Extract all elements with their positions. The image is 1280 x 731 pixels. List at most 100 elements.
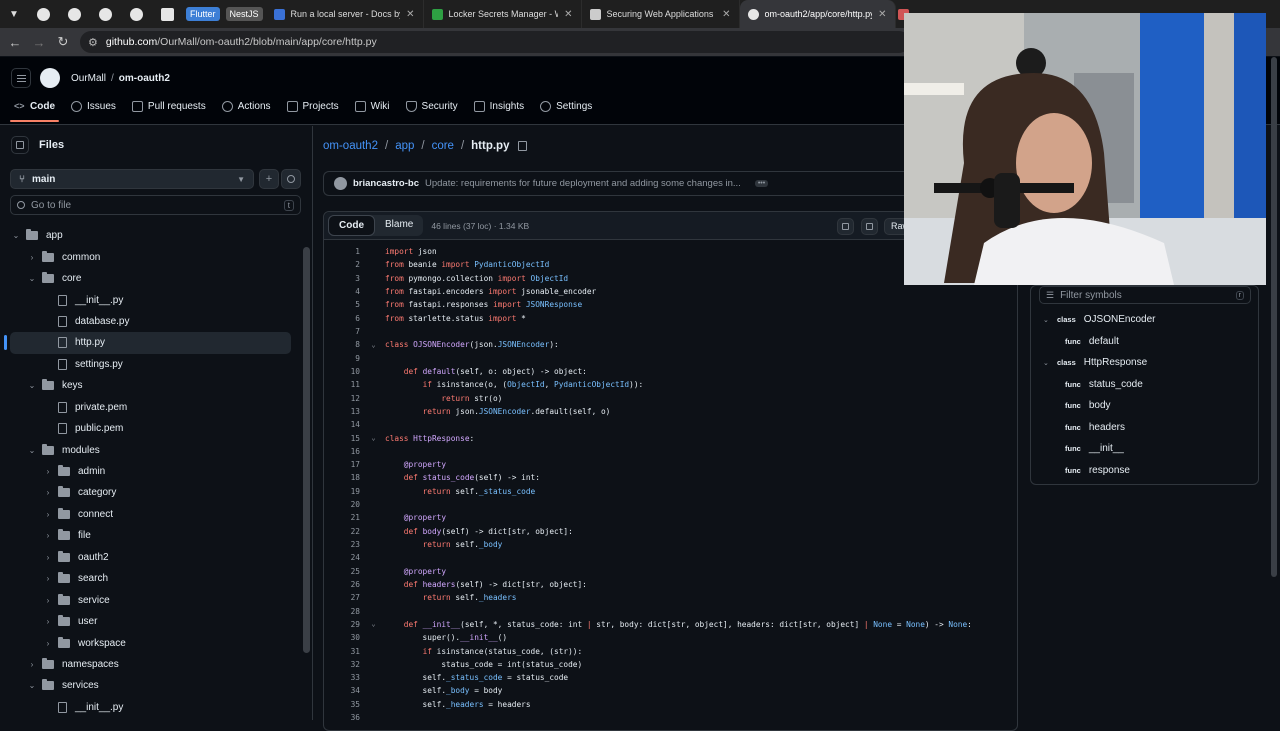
collapse-sidebar-icon[interactable] [11,136,29,154]
tree-folder[interactable]: › workspace [0,632,300,653]
pinned-tab-github[interactable] [28,0,59,28]
chevron-right-icon[interactable]: › [42,596,54,605]
search-button[interactable] [281,169,301,189]
code-tab[interactable]: Code [328,215,375,236]
chevron-right-icon[interactable]: › [42,553,54,562]
tree-folder[interactable]: ⌄ keys [0,375,300,396]
browser-tab[interactable]: Locker Secrets Manager - When ✕ [424,0,582,28]
symbol-item[interactable]: func __init__ [1065,443,1124,454]
chevron-right-icon[interactable]: › [42,639,54,648]
tab-settings[interactable]: Settings [540,101,592,112]
line-number[interactable]: 33 [324,673,362,682]
fold-chevron-icon[interactable]: ⌄ [362,620,385,628]
tree-folder[interactable]: › user [0,611,300,632]
breadcrumb-repo-link[interactable]: om-oauth2 [323,140,378,152]
go-to-file-input[interactable]: Go to file t [10,195,301,215]
line-number[interactable]: 11 [324,380,362,389]
tree-file[interactable]: database.py [0,311,300,332]
chevron-right-icon[interactable]: › [42,510,54,519]
copy-icon[interactable] [518,141,528,151]
close-icon[interactable]: ✕ [406,9,414,20]
line-number[interactable]: 2 [324,260,362,269]
owner-link[interactable]: OurMall [71,73,106,84]
code-symbols-icon[interactable] [861,218,878,235]
tab-issues[interactable]: Issues [71,101,116,112]
tree-folder[interactable]: ⌄ services [0,675,300,696]
tab-projects[interactable]: Projects [286,101,339,112]
tree-folder[interactable]: › search [0,568,300,589]
branch-selector[interactable]: ⑂ main ▼ [10,169,254,189]
commit-author[interactable]: briancastro-bc [353,178,419,189]
chevron-down-icon[interactable]: ⌄ [26,274,38,283]
chevron-right-icon[interactable]: › [42,467,54,476]
tab-security[interactable]: Security [405,101,458,112]
line-number[interactable]: 26 [324,580,362,589]
tree-file[interactable]: private.pem [0,397,300,418]
line-number[interactable]: 18 [324,473,362,482]
line-number[interactable]: 3 [324,274,362,283]
line-number[interactable]: 36 [324,713,362,722]
line-number[interactable]: 13 [324,407,362,416]
line-number[interactable]: 7 [324,327,362,336]
close-icon[interactable]: ✕ [878,9,886,20]
chevron-down-icon[interactable]: ⌄ [1043,316,1057,324]
chevron-right-icon[interactable]: › [26,660,38,669]
line-number[interactable]: 35 [324,700,362,709]
symbol-item[interactable]: func headers [1065,422,1125,433]
chevron-right-icon[interactable]: › [42,574,54,583]
pinned-tab-github[interactable] [90,0,121,28]
breadcrumb-core-link[interactable]: core [432,140,454,152]
tab-code[interactable]: <> Code [10,101,59,122]
fold-chevron-icon[interactable]: ⌄ [362,341,385,349]
expand-commit-button[interactable]: ••• [754,180,769,187]
line-number[interactable]: 22 [324,527,362,536]
chevron-down-icon[interactable]: ⌄ [1043,359,1057,367]
chevron-down-icon[interactable]: ⌄ [26,381,38,390]
line-number[interactable]: 10 [324,367,362,376]
tab-actions[interactable]: Actions [221,101,271,112]
chevron-right-icon[interactable]: › [42,488,54,497]
line-number[interactable]: 8 [324,340,362,349]
tree-folder[interactable]: › file [0,525,300,546]
browser-tab[interactable]: Securing Web Applications with ✕ [582,0,740,28]
sidebar-scrollbar[interactable] [303,247,310,653]
line-number[interactable]: 17 [324,460,362,469]
avatar[interactable] [334,177,347,190]
line-number[interactable]: 24 [324,553,362,562]
pinned-tab-github[interactable] [59,0,90,28]
chevron-down-icon[interactable]: ▼ [0,0,28,28]
reload-icon[interactable]: ↻ [51,28,75,56]
tree-folder[interactable]: › common [0,246,300,267]
blame-tab[interactable]: Blame [375,215,423,236]
tree-folder[interactable]: › admin [0,461,300,482]
tree-file[interactable]: http.py [4,332,291,354]
chevron-right-icon[interactable]: › [42,531,54,540]
fold-chevron-icon[interactable]: ⌄ [362,434,385,442]
url-field[interactable]: ⚙ github.com/OurMall/om-oauth2/blob/main… [80,31,910,53]
line-number[interactable]: 4 [324,287,362,296]
tree-folder[interactable]: › category [0,482,300,503]
tree-file[interactable]: __init__.py [0,289,300,310]
page-scrollbar[interactable] [1271,57,1277,577]
line-number[interactable]: 34 [324,686,362,695]
chevron-down-icon[interactable]: ⌄ [26,681,38,690]
tree-folder[interactable]: ⌄ modules [0,439,300,460]
close-icon[interactable]: ✕ [564,9,572,20]
chevron-down-icon[interactable]: ⌄ [26,446,38,455]
line-number[interactable]: 30 [324,633,362,642]
line-number[interactable]: 21 [324,513,362,522]
symbol-item[interactable]: ⌄ class OJSONEncoder [1043,314,1155,325]
tune-icon[interactable]: ⚙ [88,36,98,49]
tree-file[interactable]: public.pem [0,418,300,439]
line-number[interactable]: 23 [324,540,362,549]
copilot-icon[interactable] [837,218,854,235]
browser-tab-active[interactable]: om-oauth2/app/core/http.py a ✕ [739,0,896,28]
line-number[interactable]: 31 [324,647,362,656]
line-number[interactable]: 19 [324,487,362,496]
filter-symbols-input[interactable]: ☰ Filter symbols r [1039,286,1251,304]
line-number[interactable]: 5 [324,300,362,309]
chevron-down-icon[interactable]: ⌄ [10,231,22,240]
chevron-right-icon[interactable]: › [26,253,38,262]
line-number[interactable]: 15 [324,434,362,443]
pinned-tab-nestjs[interactable]: NestJS [225,7,263,21]
